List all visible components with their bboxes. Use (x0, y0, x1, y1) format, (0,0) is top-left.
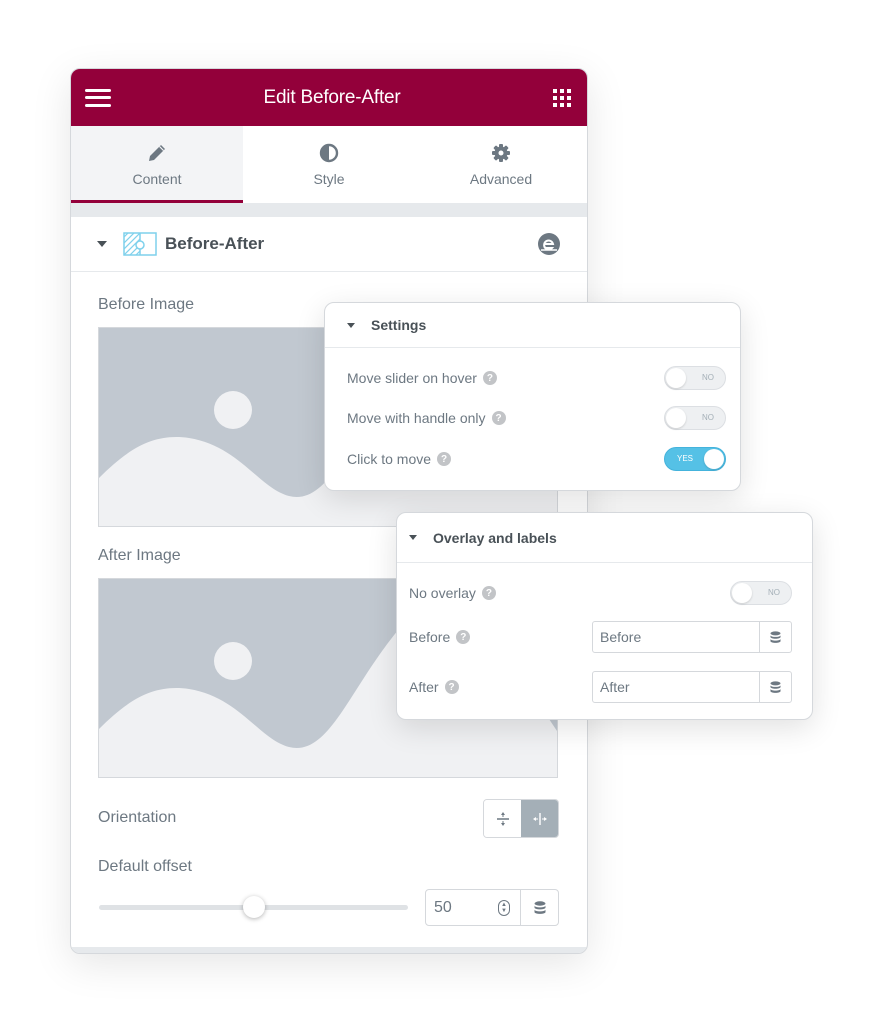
editor-panel: Edit Before-After Content Style Advanced… (70, 68, 588, 954)
orientation-control (483, 799, 559, 838)
move-with-handle-only-toggle[interactable]: NO (664, 406, 726, 430)
before-label-input[interactable] (593, 622, 759, 652)
elementor-pro-icon (538, 233, 560, 255)
setting-label: Before (409, 629, 451, 645)
setting-move-slider-on-hover: Move slider on hover? NO (347, 366, 726, 390)
caret-down-icon (347, 322, 355, 328)
orientation-horizontal-button[interactable] (521, 800, 558, 837)
setting-label: After (409, 679, 439, 695)
caret-down-icon (409, 535, 417, 540)
default-offset-field: ▲▼ (425, 889, 559, 926)
gear-icon (492, 143, 510, 162)
default-offset-input[interactable] (426, 890, 498, 925)
grid-icon[interactable] (553, 88, 571, 107)
help-icon[interactable]: ? (481, 586, 496, 600)
help-icon[interactable]: ? (491, 411, 506, 425)
dynamic-tags-button[interactable] (759, 672, 791, 702)
tab-label: Content (132, 170, 182, 187)
after-image-label: After Image (98, 547, 181, 564)
setting-move-with-handle-only: Move with handle only? NO (347, 406, 726, 430)
dynamic-tags-button[interactable] (759, 622, 791, 652)
help-icon[interactable]: ? (437, 452, 452, 466)
setting-label: Click to move (347, 451, 432, 467)
help-icon[interactable]: ? (482, 371, 497, 385)
toggle-state: NO (702, 373, 714, 382)
default-offset-slider[interactable] (99, 896, 408, 918)
toggle-state: NO (768, 588, 780, 597)
half-circle-icon (319, 143, 339, 162)
setting-after-label: After? (409, 671, 792, 703)
overlay-section-header[interactable]: Overlay and labels (397, 513, 812, 563)
number-spinner-icon[interactable]: ▲ ▼ (498, 899, 510, 916)
section-header-before-after[interactable]: Before-After (71, 217, 587, 272)
after-label-field (592, 671, 792, 703)
divider (71, 203, 587, 217)
before-image-label: Before Image (98, 296, 195, 313)
tab-label: Style (313, 170, 345, 187)
setting-no-overlay: No overlay? NO (409, 581, 792, 605)
panel-title: Edit Before-After (263, 86, 401, 108)
toggle-state: YES (677, 454, 694, 463)
database-icon (770, 630, 781, 643)
click-to-move-toggle[interactable]: YES (664, 447, 726, 471)
vertical-split-icon (496, 811, 509, 826)
caret-down-icon (97, 241, 107, 247)
setting-label: Move with handle only (347, 410, 486, 426)
tab-advanced[interactable]: Advanced (415, 126, 587, 203)
database-icon (534, 900, 545, 914)
no-overlay-toggle[interactable]: NO (730, 581, 792, 605)
after-label-input[interactable] (593, 672, 759, 702)
orientation-vertical-button[interactable] (484, 800, 521, 837)
tab-style[interactable]: Style (243, 126, 415, 203)
setting-click-to-move: Click to move? YES (347, 447, 726, 471)
panel-header: Edit Before-After (71, 69, 587, 126)
toggle-state: NO (702, 413, 714, 422)
tab-label: Advanced (469, 170, 533, 187)
panel-footer-strip (71, 947, 587, 953)
help-icon[interactable]: ? (456, 630, 471, 644)
orientation-label: Orientation (98, 809, 177, 826)
pencil-icon (149, 144, 165, 161)
dynamic-tags-button[interactable] (520, 890, 558, 925)
slider-handle[interactable] (242, 896, 265, 918)
tab-content[interactable]: Content (71, 126, 243, 203)
default-offset-label: Default offset (98, 858, 192, 875)
horizontal-split-icon (532, 812, 547, 825)
setting-label: No overlay (409, 585, 476, 601)
section-title: Before-After (165, 234, 265, 253)
overlay-title: Overlay and labels (433, 529, 557, 546)
settings-title: Settings (371, 317, 427, 333)
settings-section-header[interactable]: Settings (325, 303, 740, 348)
setting-before-label: Before? (409, 621, 792, 653)
panel-tabs: Content Style Advanced (71, 126, 587, 203)
before-after-widget-icon (123, 232, 157, 256)
setting-label: Move slider on hover (347, 370, 477, 386)
database-icon (770, 680, 781, 693)
hamburger-icon[interactable] (85, 88, 111, 107)
help-icon[interactable]: ? (444, 680, 459, 694)
before-label-field (592, 621, 792, 653)
overlay-labels-panel: Overlay and labels No overlay? NO Before… (396, 512, 813, 720)
settings-panel: Settings Move slider on hover? NO Move w… (324, 302, 741, 491)
move-slider-on-hover-toggle[interactable]: NO (664, 366, 726, 390)
